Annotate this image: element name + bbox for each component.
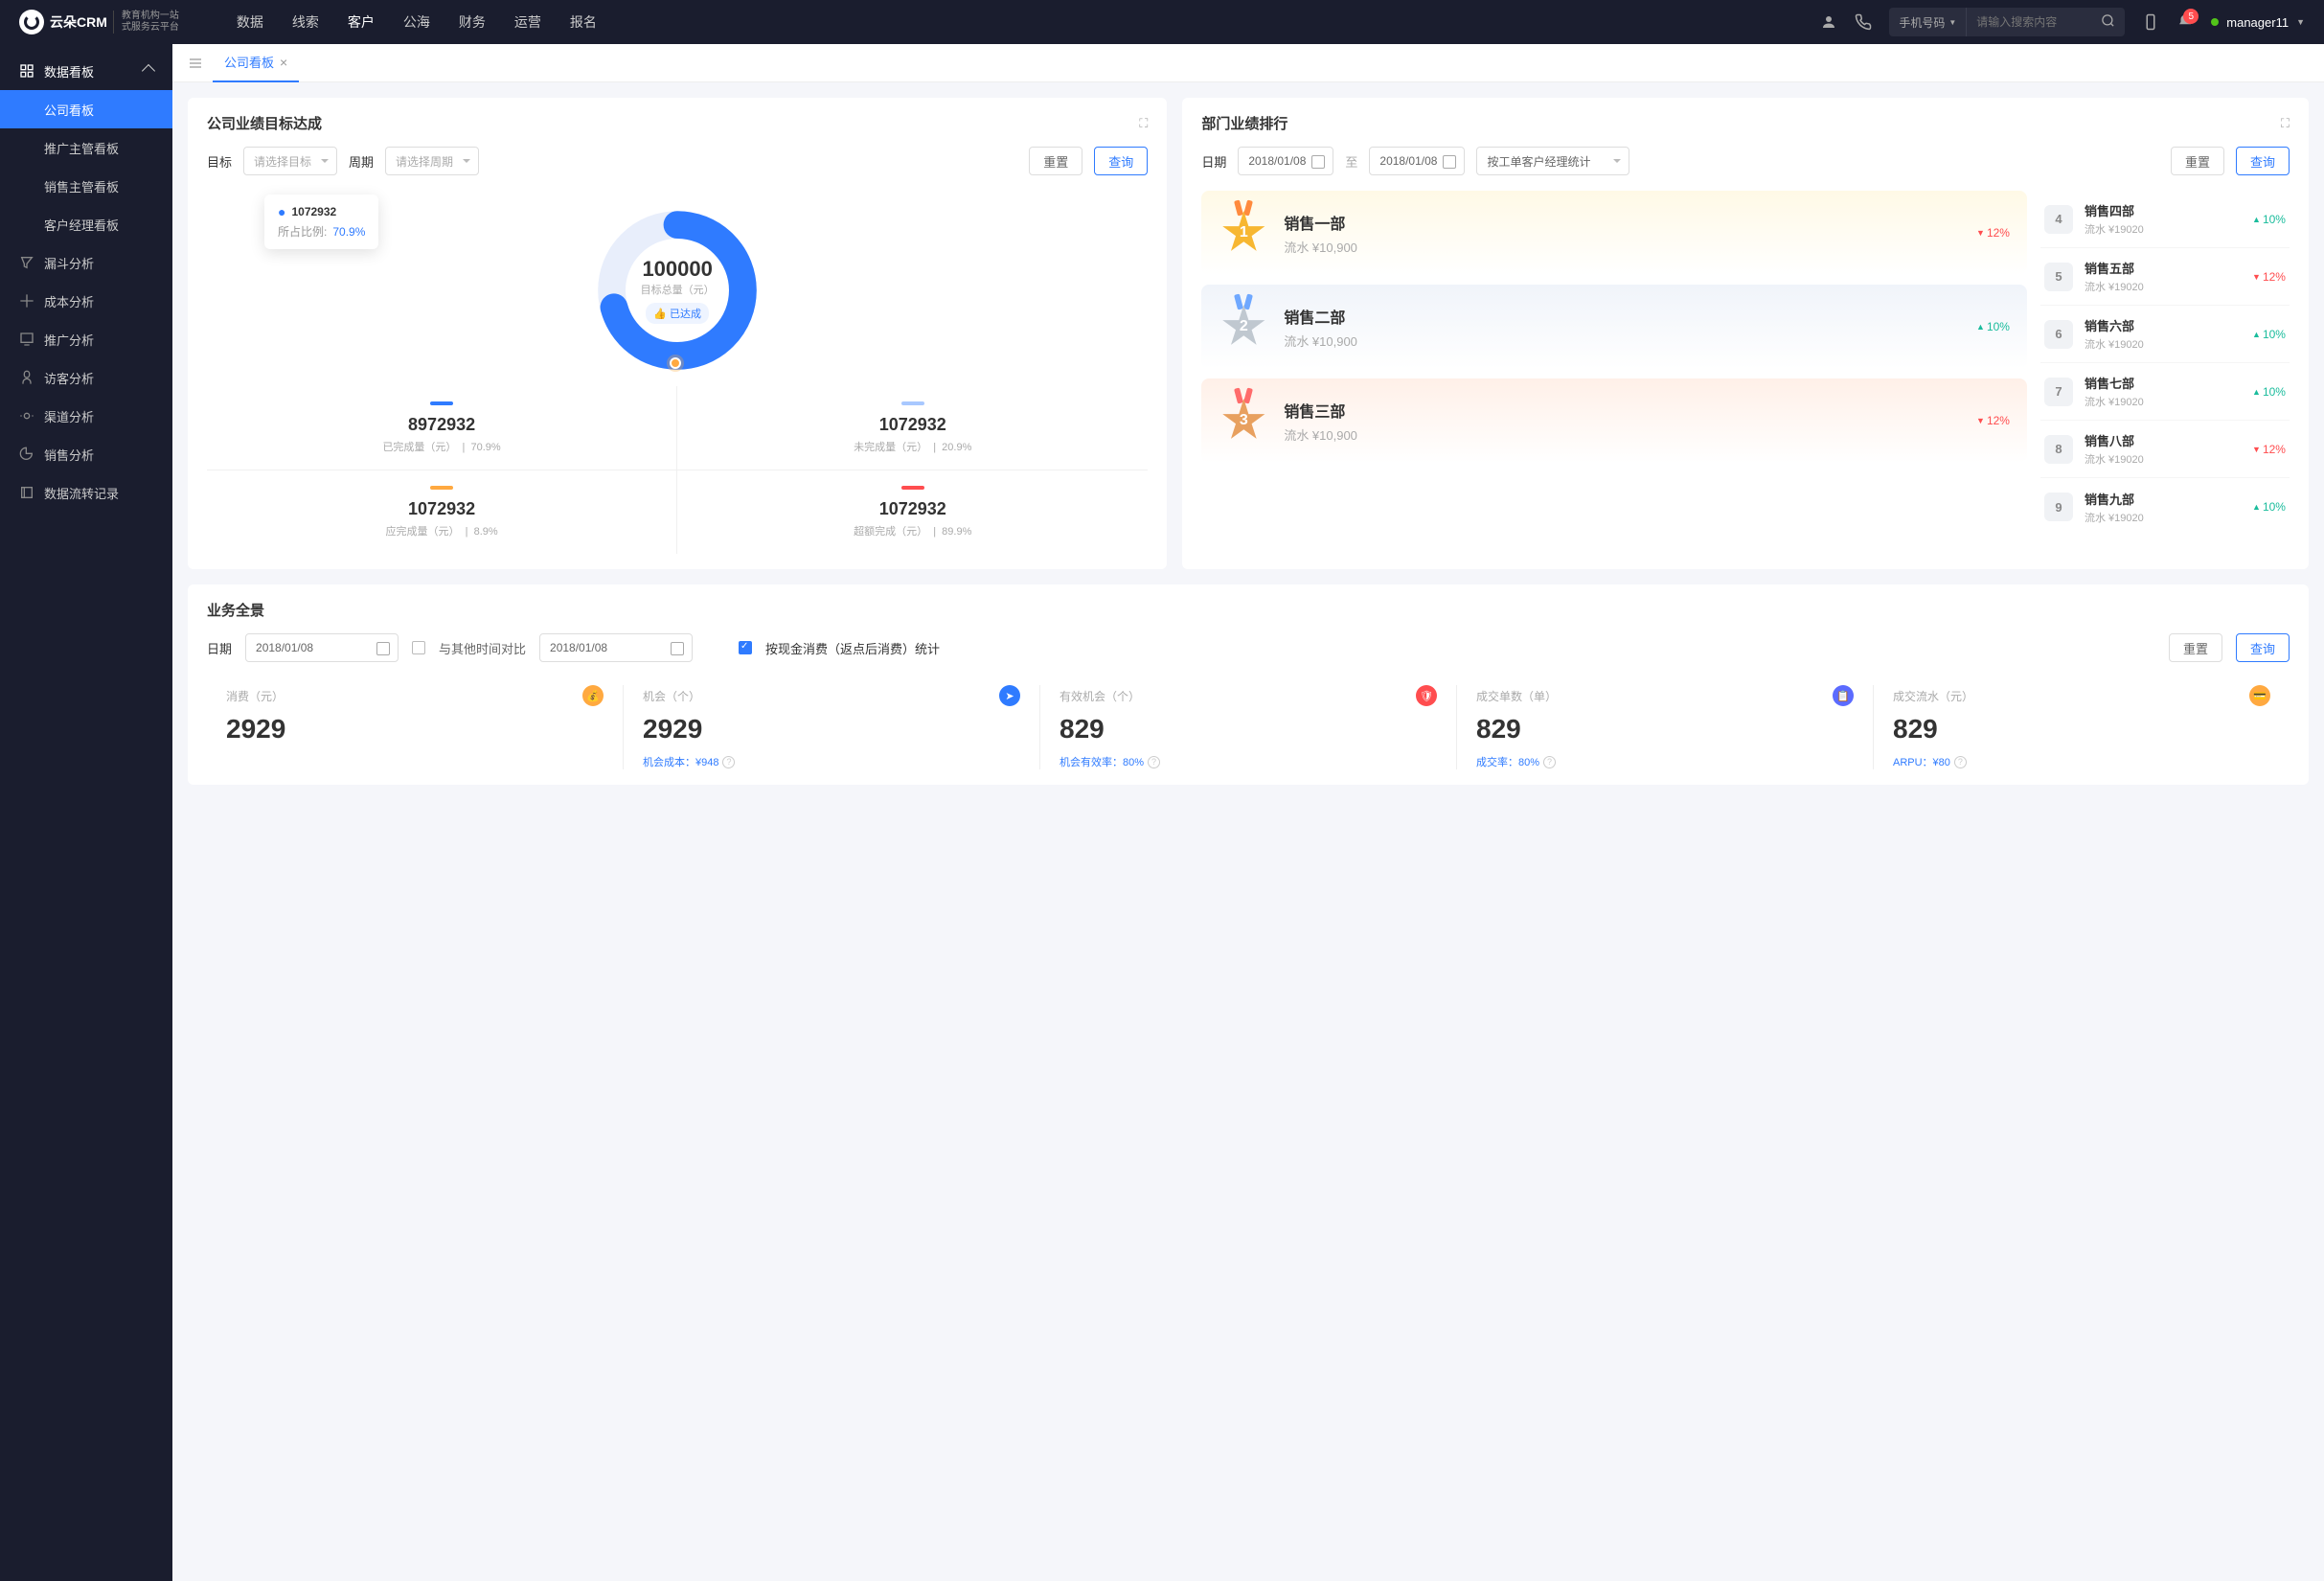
reset-button[interactable]: 重置 xyxy=(2171,147,2224,175)
compare-checkbox[interactable] xyxy=(412,641,425,654)
date-from-input[interactable]: 2018/01/08 xyxy=(1238,147,1333,175)
sidebar-item[interactable]: 访客分析 xyxy=(0,358,172,397)
status-dot xyxy=(2211,18,2219,26)
sidebar-item[interactable]: 漏斗分析 xyxy=(0,243,172,282)
chart-tooltip: ●1072932 所占比例:70.9% xyxy=(264,195,378,249)
metric-card: 消费（元）💰2929 xyxy=(207,685,624,769)
sidebar-item[interactable]: 渠道分析 xyxy=(0,397,172,435)
sidebar-item[interactable]: 销售分析 xyxy=(0,435,172,473)
phone-icon[interactable] xyxy=(1855,13,1872,31)
collapse-icon[interactable] xyxy=(184,52,207,75)
sidebar-item[interactable]: 销售主管看板 xyxy=(0,167,172,205)
rank-row: 7销售七部流水 ¥19020▲ 10% xyxy=(2040,363,2290,421)
nav-客户[interactable]: 客户 xyxy=(348,12,375,32)
metric-card: 机会（个）➤2929机会成本：¥948 ? xyxy=(624,685,1040,769)
stat-cell: 1072932未完成量（元） | 20.9% xyxy=(677,386,1148,470)
rank-row: 6销售六部流水 ¥19020▲ 10% xyxy=(2040,306,2290,363)
metric-card: 有效机会（个）🛡829机会有效率：80% ? xyxy=(1040,685,1457,769)
compare-label: 与其他时间对比 xyxy=(439,639,526,657)
panel-title: 业务全景 xyxy=(207,600,264,620)
sidebar-header[interactable]: 数据看板 xyxy=(0,52,172,90)
donut-label: 目标总量（元） xyxy=(641,282,715,297)
search-input[interactable] xyxy=(1967,15,2091,29)
stat-cell: 8972932已完成量（元） | 70.9% xyxy=(207,386,677,470)
date-input-2[interactable]: 2018/01/08 xyxy=(539,633,693,662)
date-to-input[interactable]: 2018/01/08 xyxy=(1369,147,1465,175)
logo-icon xyxy=(19,10,44,34)
date-label: 日期 xyxy=(1201,152,1226,171)
query-button[interactable]: 查询 xyxy=(2236,147,2290,175)
sidebar-item[interactable]: 成本分析 xyxy=(0,282,172,320)
chevron-up-icon xyxy=(142,64,155,78)
nav-运营[interactable]: 运营 xyxy=(514,12,541,32)
target-select[interactable]: 请选择目标 xyxy=(243,147,337,175)
person-icon[interactable] xyxy=(1820,13,1837,31)
medal-icon: 1 xyxy=(1219,208,1268,258)
rank-card: 2销售二部流水 ¥10,900▲ 10% xyxy=(1201,285,2027,369)
date-label: 日期 xyxy=(207,639,232,657)
bell-icon[interactable]: 5 xyxy=(2176,13,2194,31)
metric-card: 成交单数（单）📋829成交率：80% ? xyxy=(1457,685,1874,769)
search-type-select[interactable]: 手机号码 ▼ xyxy=(1889,8,1967,36)
reset-button[interactable]: 重置 xyxy=(1029,147,1082,175)
rank-row: 9销售九部流水 ¥19020▲ 10% xyxy=(2040,478,2290,536)
rank-card: 3销售三部流水 ¥10,900▼ 12% xyxy=(1201,378,2027,463)
logo-text: 云朵CRM xyxy=(50,12,107,32)
panel-title: 部门业绩排行 xyxy=(1201,113,1287,133)
stat-cell: 1072932超额完成（元） | 89.9% xyxy=(677,470,1148,554)
expand-icon[interactable]: ⛶ xyxy=(2281,116,2290,131)
nav-数据[interactable]: 数据 xyxy=(237,12,263,32)
ranking-panel: 部门业绩排行 ⛶ 日期 2018/01/08 至 2018/01/08 按工单客… xyxy=(1182,98,2309,569)
medal-icon: 3 xyxy=(1219,396,1268,446)
search-icon[interactable] xyxy=(2091,13,2125,31)
sidebar-item[interactable]: 推广主管看板 xyxy=(0,128,172,167)
search-box: 手机号码 ▼ xyxy=(1889,8,2125,36)
user-menu[interactable]: manager11 ▼ xyxy=(2211,15,2305,30)
main: 公司看板 × 公司业绩目标达成 ⛶ 目标 请选择目标 周期 请选择周期 重置 查… xyxy=(172,44,2324,1581)
expand-icon[interactable]: ⛶ xyxy=(1139,116,1148,131)
target-panel: 公司业绩目标达成 ⛶ 目标 请选择目标 周期 请选择周期 重置 查询 ●1072… xyxy=(188,98,1167,569)
tab-company-board[interactable]: 公司看板 × xyxy=(213,44,299,82)
nav-财务[interactable]: 财务 xyxy=(459,12,486,32)
rank-row: 8销售八部流水 ¥19020▼ 12% xyxy=(2040,421,2290,478)
tabs-bar: 公司看板 × xyxy=(172,44,2324,82)
medal-icon: 2 xyxy=(1219,302,1268,352)
period-label: 周期 xyxy=(349,152,374,171)
stat-cell: 1072932应完成量（元） | 8.9% xyxy=(207,470,677,554)
username: manager11 xyxy=(2226,15,2289,30)
cash-label: 按现金消费（返点后消费）统计 xyxy=(765,639,940,657)
close-icon[interactable]: × xyxy=(280,55,287,70)
target-label: 目标 xyxy=(207,152,232,171)
cash-checkbox[interactable] xyxy=(739,641,752,654)
sidebar-item[interactable]: 推广分析 xyxy=(0,320,172,358)
logo: 云朵CRM 教育机构一站式服务云平台 xyxy=(19,10,179,34)
nav-报名[interactable]: 报名 xyxy=(570,12,597,32)
rank-row: 5销售五部流水 ¥19020▼ 12% xyxy=(2040,248,2290,306)
logo-subtitle: 教育机构一站式服务云平台 xyxy=(113,11,179,34)
overview-panel: 业务全景 日期 2018/01/08 与其他时间对比 2018/01/08 按现… xyxy=(188,584,2309,785)
stat-type-select[interactable]: 按工单客户经理统计 xyxy=(1476,147,1629,175)
nav-线索[interactable]: 线索 xyxy=(292,12,319,32)
sidebar-item[interactable]: 公司看板 xyxy=(0,90,172,128)
rank-row: 4销售四部流水 ¥19020▲ 10% xyxy=(2040,191,2290,248)
sidebar: 数据看板 公司看板推广主管看板销售主管看板客户经理看板 漏斗分析成本分析推广分析… xyxy=(0,44,172,1581)
period-select[interactable]: 请选择周期 xyxy=(385,147,479,175)
device-icon[interactable] xyxy=(2142,13,2159,31)
metric-card: 成交流水（元）💳829ARPU：¥80 ? xyxy=(1874,685,2290,769)
topbar: 云朵CRM 教育机构一站式服务云平台 数据 线索 客户 公海 财务 运营 报名 手机号码 ▼… xyxy=(0,0,2324,44)
query-button[interactable]: 查询 xyxy=(1094,147,1148,175)
nav-公海[interactable]: 公海 xyxy=(403,12,430,32)
query-button[interactable]: 查询 xyxy=(2236,633,2290,662)
date-input-1[interactable]: 2018/01/08 xyxy=(245,633,399,662)
notif-badge: 5 xyxy=(2183,9,2199,24)
sidebar-item[interactable]: 客户经理看板 xyxy=(0,205,172,243)
panel-title: 公司业绩目标达成 xyxy=(207,113,322,133)
donut-chart: 100000 目标总量（元） 👍已达成 xyxy=(591,204,763,377)
reset-button[interactable]: 重置 xyxy=(2169,633,2222,662)
top-nav: 数据 线索 客户 公海 财务 运营 报名 xyxy=(237,12,597,32)
donut-value: 100000 xyxy=(642,257,712,282)
sidebar-item[interactable]: 数据流转记录 xyxy=(0,473,172,512)
rank-card: 1销售一部流水 ¥10,900▼ 12% xyxy=(1201,191,2027,275)
donut-badge: 👍已达成 xyxy=(646,303,709,324)
